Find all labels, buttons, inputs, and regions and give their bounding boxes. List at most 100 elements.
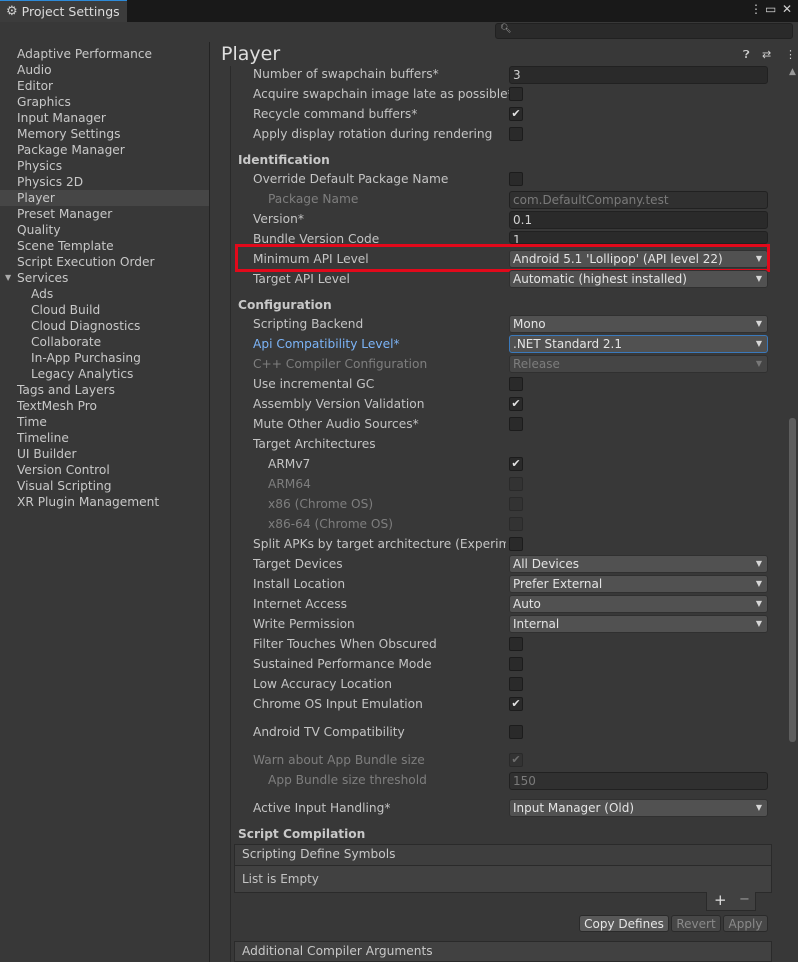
sidebar-item-version-control[interactable]: Version Control <box>17 462 110 478</box>
script-compilation-header: Script Compilation <box>238 827 366 841</box>
sidebar-item-physics[interactable]: Physics <box>17 158 62 174</box>
dropdown-arrow-icon: ▼ <box>755 579 762 588</box>
bundle-version-field[interactable]: 1 <box>509 231 768 244</box>
x86-label: x86 (Chrome OS) <box>268 497 374 511</box>
write-permission-value: Internal <box>513 617 560 631</box>
bundle-threshold-label: App Bundle size threshold <box>268 773 427 787</box>
sidebar-item-in-app-purchasing[interactable]: In-App Purchasing <box>31 350 141 366</box>
sidebar-item-cloud-build[interactable]: Cloud Build <box>31 302 100 318</box>
sidebar-item-time[interactable]: Time <box>17 414 47 430</box>
chromeos-input-checkbox[interactable]: ✔ <box>509 697 523 711</box>
target-devices-label: Target Devices <box>253 557 343 571</box>
sidebar-item-audio[interactable]: Audio <box>17 62 52 78</box>
revert-button[interactable]: Revert <box>671 915 721 932</box>
kebab-menu-icon[interactable]: ⋮ <box>750 2 762 16</box>
search-input[interactable]: 🔍︎ <box>495 23 793 39</box>
dropdown-arrow-icon: ▼ <box>755 559 762 568</box>
internet-access-dropdown[interactable]: Auto ▼ <box>509 595 768 613</box>
expand-triangle-icon[interactable]: ▼ <box>5 273 11 282</box>
sidebar-item-graphics[interactable]: Graphics <box>17 94 71 110</box>
sidebar-item-physics-2d[interactable]: Physics 2D <box>17 174 83 190</box>
sustained-performance-checkbox[interactable] <box>509 657 523 671</box>
recycle-buffers-checkbox[interactable]: ✔ <box>509 107 523 121</box>
armv7-checkbox[interactable]: ✔ <box>509 457 523 471</box>
compiler-arguments-header: Additional Compiler Arguments <box>242 944 433 958</box>
swapchain-buffers-field[interactable]: 3 <box>509 66 768 84</box>
android-tv-checkbox[interactable] <box>509 725 523 739</box>
scripting-backend-dropdown[interactable]: Mono ▼ <box>509 315 768 333</box>
sidebar-item-scene-template[interactable]: Scene Template <box>17 238 114 254</box>
sidebar-item-collaborate[interactable]: Collaborate <box>31 334 101 350</box>
list-empty-text: List is Empty <box>242 872 319 886</box>
acquire-swapchain-checkbox[interactable] <box>509 87 523 101</box>
sidebar-item-timeline[interactable]: Timeline <box>17 430 69 446</box>
filter-touches-checkbox[interactable] <box>509 637 523 651</box>
warn-bundle-size-label: Warn about App Bundle size <box>253 753 425 767</box>
active-input-label: Active Input Handling* <box>253 801 391 815</box>
sidebar-item-memory-settings[interactable]: Memory Settings <box>17 126 120 142</box>
android-tv-label: Android TV Compatibility <box>253 725 405 739</box>
cpp-compiler-value: Release <box>513 357 560 371</box>
x86-checkbox <box>509 497 523 511</box>
dropdown-arrow-icon: ▼ <box>755 319 762 328</box>
incremental-gc-checkbox[interactable] <box>509 377 523 391</box>
scrollbar-thumb[interactable] <box>789 418 796 742</box>
sidebar-item-textmesh-pro[interactable]: TextMesh Pro <box>17 398 97 414</box>
add-icon[interactable]: + <box>714 891 727 909</box>
page-title: Player <box>221 43 281 65</box>
mute-audio-checkbox[interactable] <box>509 417 523 431</box>
sidebar-item-input-manager[interactable]: Input Manager <box>17 110 106 126</box>
sidebar-item-tags-and-layers[interactable]: Tags and Layers <box>17 382 115 398</box>
assembly-validation-checkbox[interactable]: ✔ <box>509 397 523 411</box>
install-location-dropdown[interactable]: Prefer External ▼ <box>509 575 768 593</box>
api-compatibility-value: .NET Standard 2.1 <box>513 337 623 351</box>
sidebar-item-cloud-diagnostics[interactable]: Cloud Diagnostics <box>31 318 140 334</box>
dropdown-arrow-icon: ▼ <box>755 803 762 812</box>
low-accuracy-checkbox[interactable] <box>509 677 523 691</box>
scroll-up-arrow-icon[interactable]: ▲ <box>789 67 796 77</box>
window-titlebar: ⚙ Project Settings ⋮ ▭ ✕ <box>0 0 798 22</box>
sidebar-item-quality[interactable]: Quality <box>17 222 61 238</box>
api-compatibility-label: Api Compatibility Level* <box>253 337 400 351</box>
sidebar-item-package-manager[interactable]: Package Manager <box>17 142 125 158</box>
tab-project-settings[interactable]: ⚙ Project Settings <box>0 0 127 22</box>
sidebar-item-ui-builder[interactable]: UI Builder <box>17 446 77 462</box>
split-apks-checkbox[interactable] <box>509 537 523 551</box>
copy-defines-button[interactable]: Copy Defines <box>579 915 669 932</box>
display-rotation-checkbox[interactable] <box>509 127 523 141</box>
remove-icon[interactable]: − <box>739 892 750 907</box>
sidebar-item-ads[interactable]: Ads <box>31 286 53 302</box>
sidebar-item-player[interactable]: Player <box>0 190 209 206</box>
override-package-checkbox[interactable] <box>509 172 523 186</box>
armv7-label: ARMv7 <box>268 457 311 471</box>
target-devices-dropdown[interactable]: All Devices ▼ <box>509 555 768 573</box>
kebab-menu-icon[interactable]: ⋮ <box>785 48 796 61</box>
version-field[interactable]: 0.1 <box>509 211 768 229</box>
active-input-dropdown[interactable]: Input Manager (Old) ▼ <box>509 799 768 817</box>
apply-button[interactable]: Apply <box>723 915 768 932</box>
sidebar-item-xr-plugin-management[interactable]: XR Plugin Management <box>17 494 159 510</box>
api-compatibility-dropdown[interactable]: .NET Standard 2.1 ▼ <box>509 335 768 353</box>
split-apks-label: Split APKs by target architecture (Exper… <box>253 537 506 551</box>
chromeos-input-label: Chrome OS Input Emulation <box>253 697 423 711</box>
target-api-dropdown[interactable]: Automatic (highest installed) ▼ <box>509 270 768 288</box>
sidebar-item-adaptive-performance[interactable]: Adaptive Performance <box>17 46 152 62</box>
tab-title: Project Settings <box>21 4 120 19</box>
sustained-performance-label: Sustained Performance Mode <box>253 657 432 671</box>
sidebar-item-services[interactable]: Services <box>17 270 68 286</box>
compiler-arguments-list: Additional Compiler Arguments <box>234 941 772 962</box>
scripting-backend-label: Scripting Backend <box>253 317 364 331</box>
close-icon[interactable]: ✕ <box>782 2 792 16</box>
help-icon[interactable]: ❓︎ <box>743 48 750 62</box>
sidebar-item-editor[interactable]: Editor <box>17 78 53 94</box>
sidebar-item-legacy-analytics[interactable]: Legacy Analytics <box>31 366 133 382</box>
sidebar-item-script-execution-order[interactable]: Script Execution Order <box>17 254 155 270</box>
write-permission-dropdown[interactable]: Internal ▼ <box>509 615 768 633</box>
maximize-icon[interactable]: ▭ <box>765 2 776 16</box>
gear-icon: ⚙ <box>6 4 18 19</box>
preset-icon[interactable]: ⇄ <box>762 48 771 61</box>
acquire-swapchain-label: Acquire swapchain image late as possible… <box>253 87 514 101</box>
sidebar-item-visual-scripting[interactable]: Visual Scripting <box>17 478 111 494</box>
sidebar-item-preset-manager[interactable]: Preset Manager <box>17 206 112 222</box>
define-symbols-list: Scripting Define Symbols List is Empty <box>234 844 772 893</box>
